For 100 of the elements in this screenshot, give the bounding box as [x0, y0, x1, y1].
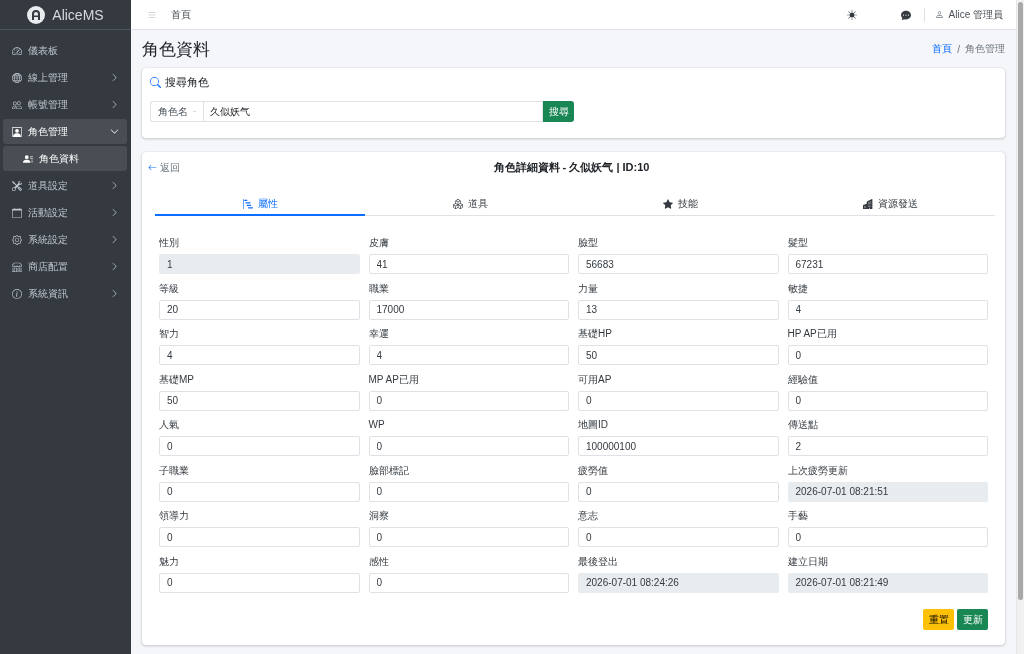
page-title: 角色資料	[142, 38, 210, 61]
input-field[interactable]: 100000100	[578, 436, 779, 456]
sidebar-item[interactable]: 系統設定	[3, 227, 127, 252]
input-field[interactable]: 4	[159, 345, 360, 365]
input-field[interactable]: 56683	[578, 254, 779, 274]
bar-chart-icon	[242, 199, 253, 209]
field-label: 疲勞值	[578, 464, 609, 477]
field-label: 經驗值	[787, 373, 819, 386]
field-label: 領導力	[159, 510, 190, 522]
field-label: 敏捷	[787, 282, 809, 295]
sidebar-subitem[interactable]: 角色資料	[3, 146, 127, 171]
input-field[interactable]: 17000	[368, 299, 569, 320]
field-label: 最後登出	[578, 555, 619, 568]
brand-name: AliceMS	[52, 6, 104, 23]
input-field[interactable]: 0	[368, 572, 569, 593]
back-link[interactable]: 返回	[148, 160, 180, 175]
sidebar-item[interactable]: 線上管理	[3, 65, 127, 90]
field-label: 魅力	[159, 555, 180, 568]
field-label: 地圖ID	[578, 419, 609, 431]
field-label: 基礎MP	[159, 373, 195, 386]
input-field[interactable]: 0	[578, 481, 779, 502]
input-field[interactable]: 67231	[787, 254, 988, 274]
field-label: 感性	[368, 555, 390, 568]
breadcrumb-current: 角色管理	[965, 42, 1005, 56]
input-field[interactable]: 20	[159, 299, 360, 320]
update-button[interactable]: 更新	[957, 609, 988, 630]
tab[interactable]: 道具	[365, 194, 575, 216]
input-field[interactable]: 50	[159, 390, 360, 411]
buildings-icon	[862, 199, 873, 209]
field-label: 建立日期	[787, 555, 829, 568]
field-label: WP	[368, 419, 386, 431]
field-label: 性別	[159, 237, 180, 249]
sidebar-item[interactable]: 商店配置	[3, 254, 127, 279]
sidebar-item[interactable]: 帳號管理	[3, 92, 127, 117]
field-label: 臉部標記	[368, 464, 410, 477]
field-label: 傳送點	[787, 419, 819, 431]
scrollbar[interactable]	[1016, 0, 1024, 654]
logo-icon	[27, 5, 46, 24]
sidebar-item[interactable]: 活動設定	[3, 200, 127, 225]
field-label: 可用AP	[578, 373, 613, 386]
user-icon[interactable]	[934, 10, 944, 19]
boxes-icon	[452, 199, 463, 209]
field-label: 手藝	[787, 510, 809, 522]
input-field[interactable]: 0	[159, 436, 360, 456]
sun-icon[interactable]	[846, 9, 857, 20]
field-label: 皮膚	[368, 237, 390, 249]
person-card-icon	[12, 126, 22, 137]
input-field[interactable]: 0	[368, 527, 569, 547]
calendar-icon	[12, 207, 22, 218]
input-field[interactable]: 0	[368, 481, 569, 502]
input-field[interactable]: 41	[368, 254, 569, 274]
field-label: 等級	[159, 282, 180, 295]
field-label: 臉型	[578, 237, 599, 249]
chat-icon[interactable]	[900, 9, 911, 20]
sidebar-item[interactable]: 儀表板	[3, 38, 127, 63]
input-field[interactable]: 0	[787, 345, 988, 365]
search-field[interactable]: 久似妖气	[203, 101, 543, 122]
field-label: 子職業	[159, 464, 190, 477]
people-icon	[12, 99, 22, 110]
input-field[interactable]: 0	[159, 572, 360, 593]
input-field[interactable]: 0	[368, 390, 569, 411]
person-list-icon	[23, 153, 33, 164]
input-field[interactable]: 0	[787, 390, 988, 411]
field-label: MP AP已用	[368, 373, 420, 386]
info-icon	[12, 288, 22, 299]
sidebar-item[interactable]: 系統資訊	[3, 281, 127, 306]
shop-icon	[12, 261, 22, 272]
search-button[interactable]: 搜尋	[543, 101, 574, 122]
sidebar-item[interactable]: 道具設定	[3, 173, 127, 198]
star-icon	[662, 199, 673, 209]
breadcrumb-separator: /	[957, 43, 960, 55]
field-label: 人氣	[159, 419, 180, 431]
gear-icon	[12, 234, 22, 245]
input-field[interactable]: 4	[787, 299, 988, 320]
field-label: 洞察	[368, 510, 390, 522]
input-field[interactable]: 50	[578, 345, 779, 365]
input-field[interactable]: 2	[787, 436, 988, 456]
arrow-left-icon	[148, 163, 157, 172]
input-field[interactable]: 0	[159, 527, 360, 547]
input-field[interactable]: 0	[578, 390, 779, 411]
field-label: HP AP已用	[787, 328, 838, 340]
input-field[interactable]: 0	[578, 527, 779, 547]
reset-button[interactable]: 重置	[923, 609, 954, 630]
input-field[interactable]: 0	[787, 527, 988, 547]
input-field[interactable]: 0	[159, 481, 360, 502]
search-icon	[150, 76, 161, 88]
tab[interactable]: 技能	[575, 194, 785, 216]
tab[interactable]: 屬性	[155, 194, 365, 216]
sidebar-item[interactable]: 角色管理	[3, 119, 127, 144]
field-label: 基礎HP	[578, 328, 613, 340]
user-name[interactable]: Alice 管理員	[948, 7, 1003, 22]
tab[interactable]: 資源發送	[785, 194, 995, 216]
input-field[interactable]: 13	[578, 299, 779, 320]
tools-icon	[12, 180, 22, 191]
input-field[interactable]: 0	[368, 436, 569, 456]
home-link[interactable]: 首頁	[171, 7, 191, 22]
field-label: 力量	[578, 282, 599, 295]
field-label: 職業	[368, 282, 390, 295]
input-field[interactable]: 4	[368, 345, 569, 365]
breadcrumb-link[interactable]: 首頁	[932, 42, 953, 56]
